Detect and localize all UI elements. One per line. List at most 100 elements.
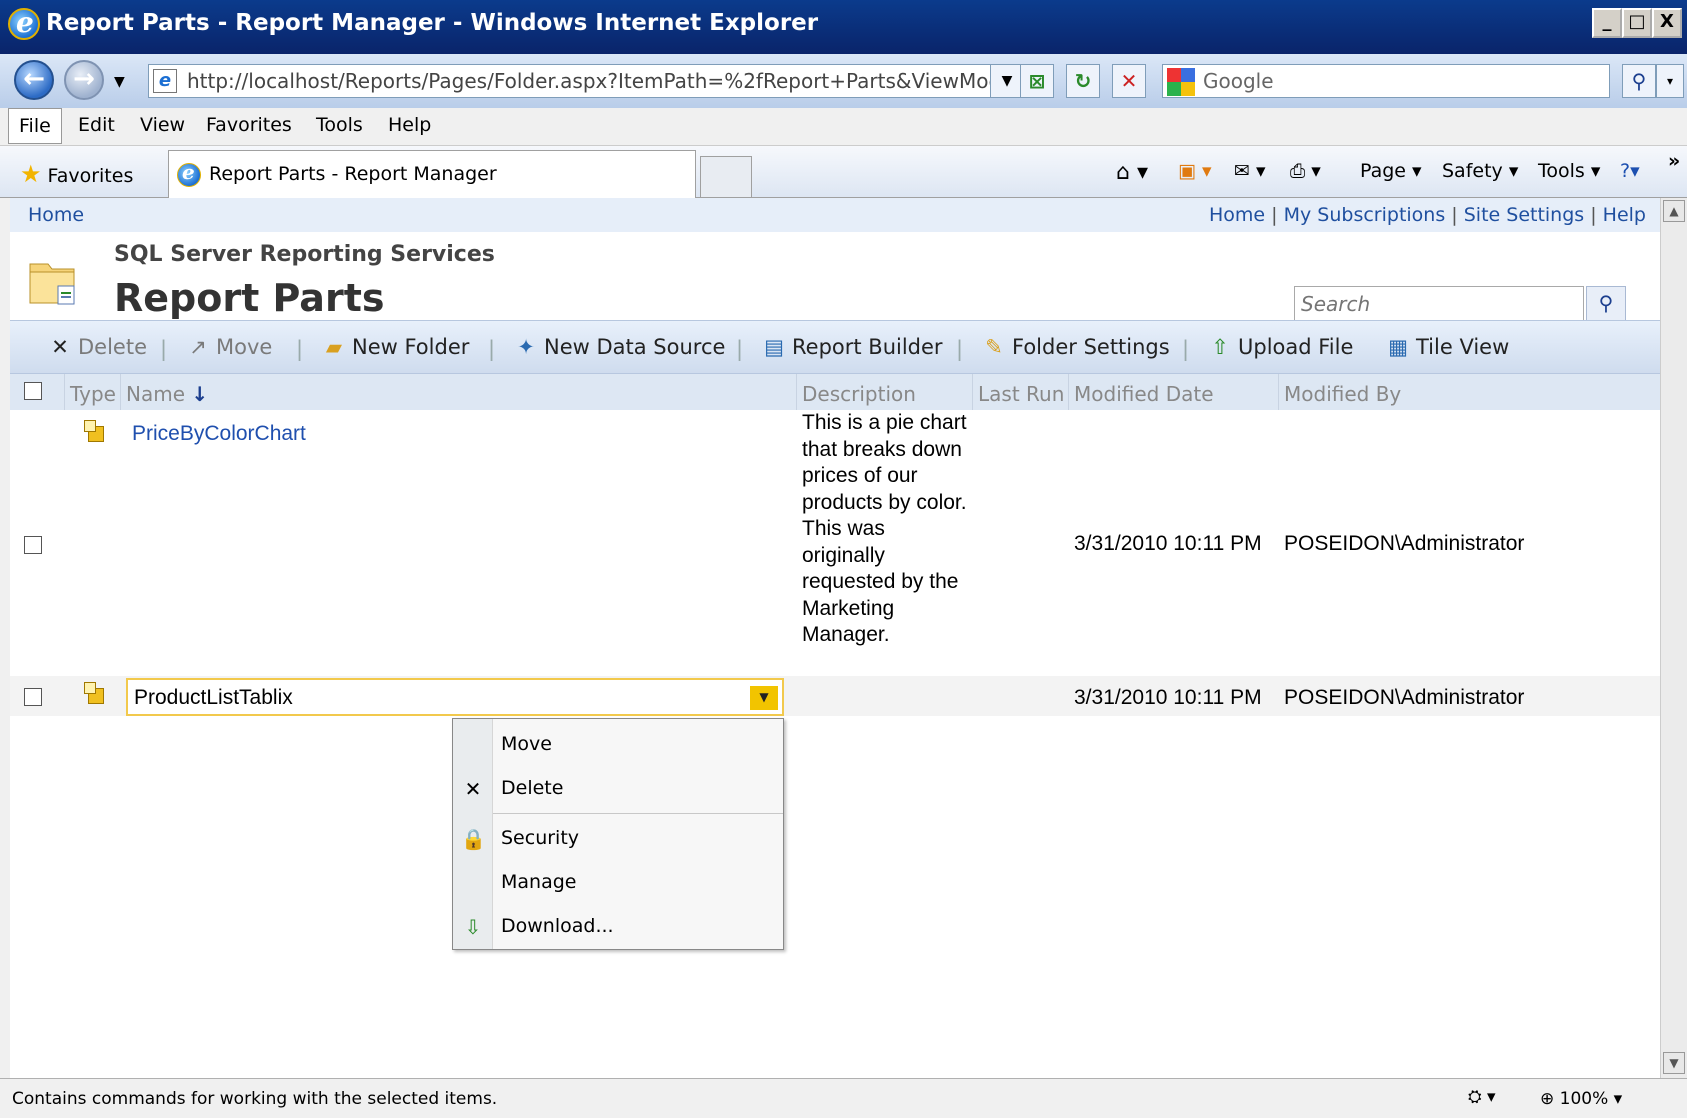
help-icon[interactable]: ?▾	[1620, 160, 1640, 182]
tile-view-button[interactable]: ▦ Tile View	[1386, 335, 1509, 359]
print-icon[interactable]: ⎙ ▾	[1290, 160, 1321, 182]
new-tab-button[interactable]	[700, 156, 752, 198]
menu-file[interactable]: File	[8, 108, 62, 144]
menu-item-download[interactable]: Download...	[501, 915, 614, 937]
menu-separator	[493, 813, 783, 814]
column-divider	[64, 374, 65, 410]
home-icon[interactable]: ⌂ ▾	[1116, 160, 1148, 185]
select-all-checkbox[interactable]	[24, 382, 42, 400]
item-menu-dropdown-icon[interactable]: ▼	[750, 686, 778, 710]
menu-tools[interactable]: Tools	[316, 114, 363, 136]
column-name[interactable]: Name ↓	[126, 382, 208, 406]
menu-item-manage[interactable]: Manage	[501, 871, 576, 893]
report-builder-button[interactable]: ▤ Report Builder	[762, 335, 943, 359]
link-home[interactable]: Home	[1209, 204, 1265, 226]
menu-view[interactable]: View	[140, 114, 185, 136]
forward-button[interactable]: →	[64, 60, 104, 100]
tab-title: Report Parts - Report Manager	[209, 163, 497, 185]
delete-button[interactable]: ✕ Delete	[48, 335, 147, 359]
row-checkbox[interactable]	[24, 536, 42, 554]
feeds-icon[interactable]: ▣ ▾	[1178, 160, 1212, 182]
link-help[interactable]: Help	[1603, 204, 1646, 226]
breadcrumb-home[interactable]: Home	[28, 204, 84, 226]
menu-help[interactable]: Help	[388, 114, 431, 136]
menu-item-move[interactable]: Move	[501, 733, 552, 755]
zoom-level: 100%	[1559, 1089, 1609, 1109]
item-modified-by: POSEIDON\Administrator	[1284, 532, 1525, 555]
column-divider	[120, 374, 121, 410]
search-provider-input[interactable]: Google	[1162, 64, 1610, 98]
browser-tab-active[interactable]: Report Parts - Report Manager	[168, 150, 696, 198]
report-builder-label: Report Builder	[792, 335, 943, 359]
back-button[interactable]: ←	[14, 60, 54, 100]
separator: |	[488, 337, 496, 361]
new-data-source-label: New Data Source	[544, 335, 726, 359]
item-modified-by: POSEIDON\Administrator	[1284, 686, 1525, 709]
close-window-button[interactable]: X	[1652, 8, 1682, 38]
menu-edit[interactable]: Edit	[78, 114, 115, 136]
security-zone-icon[interactable]: ⛭ ▾	[1468, 1087, 1496, 1107]
menu-item-security[interactable]: Security	[501, 827, 579, 849]
link-site-settings[interactable]: Site Settings	[1464, 204, 1584, 226]
zoom-control[interactable]: ⊕ 100% ▾	[1540, 1089, 1622, 1109]
folder-settings-button[interactable]: ✎ Folder Settings	[982, 335, 1170, 359]
folder-settings-label: Folder Settings	[1012, 335, 1170, 359]
favorites-button[interactable]: ★ Favorites	[20, 160, 133, 188]
folder-settings-icon: ✎	[985, 335, 1003, 359]
menu-item-delete[interactable]: Delete	[501, 777, 563, 799]
search-button[interactable]: ⚲	[1586, 286, 1626, 322]
column-last-run[interactable]: Last Run	[978, 382, 1064, 406]
search-go-icon[interactable]: ⚲	[1622, 64, 1656, 98]
stop-icon[interactable]: ✕	[1112, 64, 1146, 98]
chevron-more-icon[interactable]: »	[1668, 150, 1680, 172]
tools-menu[interactable]: Tools ▾	[1538, 160, 1600, 182]
maximize-button[interactable]: □	[1622, 8, 1652, 38]
status-text: Contains commands for working with the s…	[12, 1089, 498, 1109]
link-my-subscriptions[interactable]: My Subscriptions	[1284, 204, 1446, 226]
status-bar: Contains commands for working with the s…	[0, 1078, 1687, 1118]
vertical-scrollbar[interactable]: ▲ ▼	[1660, 198, 1687, 1078]
menu-favorites[interactable]: Favorites	[206, 114, 292, 136]
new-folder-button[interactable]: ▰ New Folder	[322, 335, 469, 359]
move-label: Move	[216, 335, 273, 359]
column-description[interactable]: Description	[802, 382, 916, 406]
column-divider	[972, 374, 973, 410]
item-name-link[interactable]: PriceByColorChart	[132, 422, 306, 446]
scroll-up-icon[interactable]: ▲	[1663, 200, 1685, 222]
zoom-icon: ⊕	[1540, 1089, 1560, 1109]
compatibility-view-icon[interactable]: ⊠	[1020, 64, 1054, 98]
page-menu[interactable]: Page ▾	[1360, 160, 1422, 182]
upload-file-label: Upload File	[1238, 335, 1354, 359]
tile-view-label: Tile View	[1416, 335, 1510, 359]
item-modified-date: 3/31/2010 10:11 PM	[1074, 686, 1262, 709]
column-modified-date[interactable]: Modified Date	[1074, 382, 1214, 406]
google-icon	[1167, 68, 1195, 96]
minimize-button[interactable]: _	[1592, 8, 1622, 38]
address-bar[interactable]: e http://localhost/Reports/Pages/Folder.…	[148, 64, 1004, 98]
history-dropdown-icon[interactable]: ▼	[114, 74, 125, 90]
row-checkbox[interactable]	[24, 688, 42, 706]
report-part-icon	[84, 420, 106, 444]
address-dropdown-button[interactable]: ▼	[990, 64, 1024, 98]
lock-icon: 🔒	[461, 827, 486, 851]
column-divider	[1068, 374, 1069, 410]
search-options-dropdown-icon[interactable]: ▾	[1656, 64, 1684, 98]
search-input[interactable]	[1294, 286, 1584, 322]
report-builder-icon: ▤	[764, 335, 784, 359]
upload-file-button[interactable]: ⇧ Upload File	[1208, 335, 1353, 359]
new-data-source-button[interactable]: ✦ New Data Source	[514, 335, 725, 359]
refresh-icon[interactable]: ↻	[1066, 64, 1100, 98]
move-button[interactable]: ↗ Move	[186, 335, 272, 359]
column-name-label: Name	[126, 382, 186, 406]
tab-ie-icon	[177, 160, 201, 187]
safety-menu[interactable]: Safety ▾	[1442, 160, 1518, 182]
scroll-down-icon[interactable]: ▼	[1663, 1052, 1685, 1074]
column-modified-by[interactable]: Modified By	[1284, 382, 1401, 406]
item-name-hover[interactable]: ProductListTablix	[126, 678, 784, 716]
mail-icon[interactable]: ✉ ▾	[1234, 160, 1266, 182]
address-row: ← → ▼ e http://localhost/Reports/Pages/F…	[0, 54, 1687, 108]
address-url: http://localhost/Reports/Pages/Folder.as…	[187, 69, 1004, 93]
ie-logo-icon	[8, 6, 40, 40]
column-type[interactable]: Type	[70, 382, 116, 406]
move-icon: ↗	[189, 335, 207, 359]
